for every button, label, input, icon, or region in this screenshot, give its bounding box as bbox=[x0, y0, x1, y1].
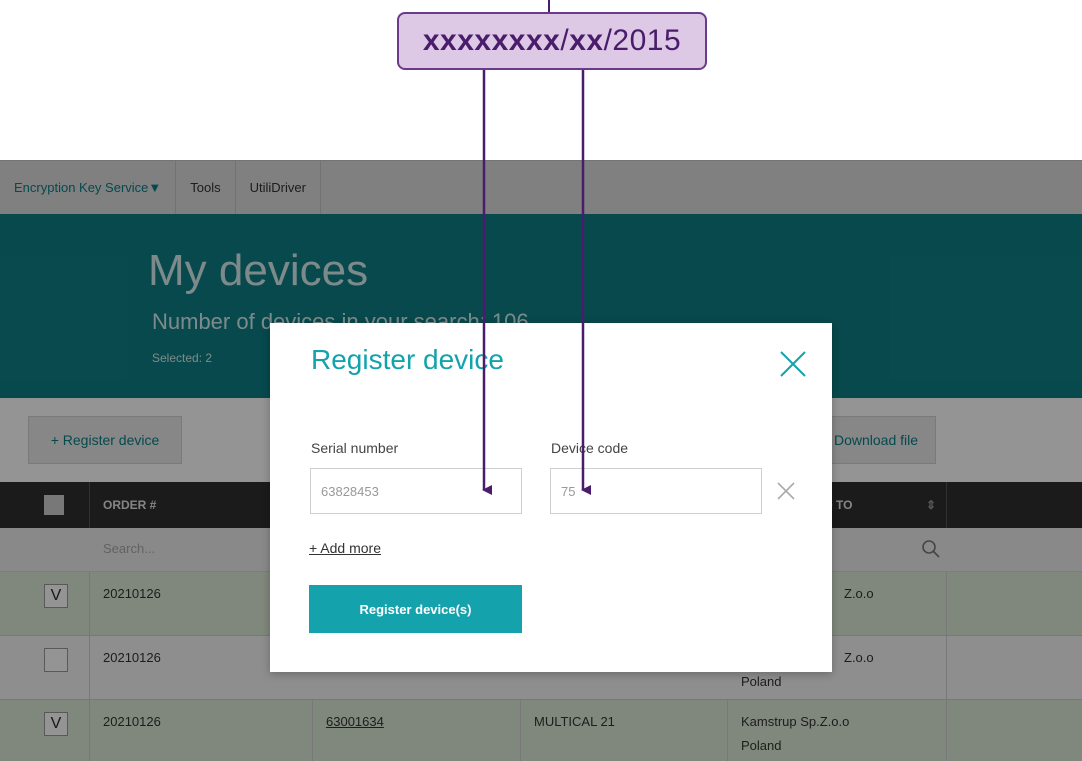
dialog-title: Register device bbox=[311, 344, 504, 375]
device-code-label: Device code bbox=[551, 440, 629, 456]
device-code-input[interactable]: 75 bbox=[550, 468, 762, 514]
callout-connector bbox=[548, 0, 550, 12]
register-device-dialog: Register device Serial number 63828453 D… bbox=[270, 323, 832, 672]
serial-number-input[interactable]: 63828453 bbox=[310, 468, 522, 514]
format-callout: xxxxxxxx / xx/2015 bbox=[397, 12, 707, 70]
callout-separator: / bbox=[560, 24, 570, 57]
add-more-link[interactable]: + Add more bbox=[309, 540, 381, 556]
remove-row-icon[interactable] bbox=[775, 480, 797, 502]
serial-number-label: Serial number bbox=[311, 440, 399, 456]
callout-serial-part: xxxxxxxx bbox=[422, 24, 561, 57]
register-devices-button[interactable]: Register device(s) bbox=[309, 585, 522, 633]
callout-code-part: xx bbox=[569, 24, 604, 57]
screenshot-stage: xxxxxxxx / xx/2015 Encryption Key Service▼… bbox=[0, 0, 1082, 761]
close-icon[interactable] bbox=[775, 346, 811, 382]
callout-year-part: /2015 bbox=[603, 24, 682, 57]
